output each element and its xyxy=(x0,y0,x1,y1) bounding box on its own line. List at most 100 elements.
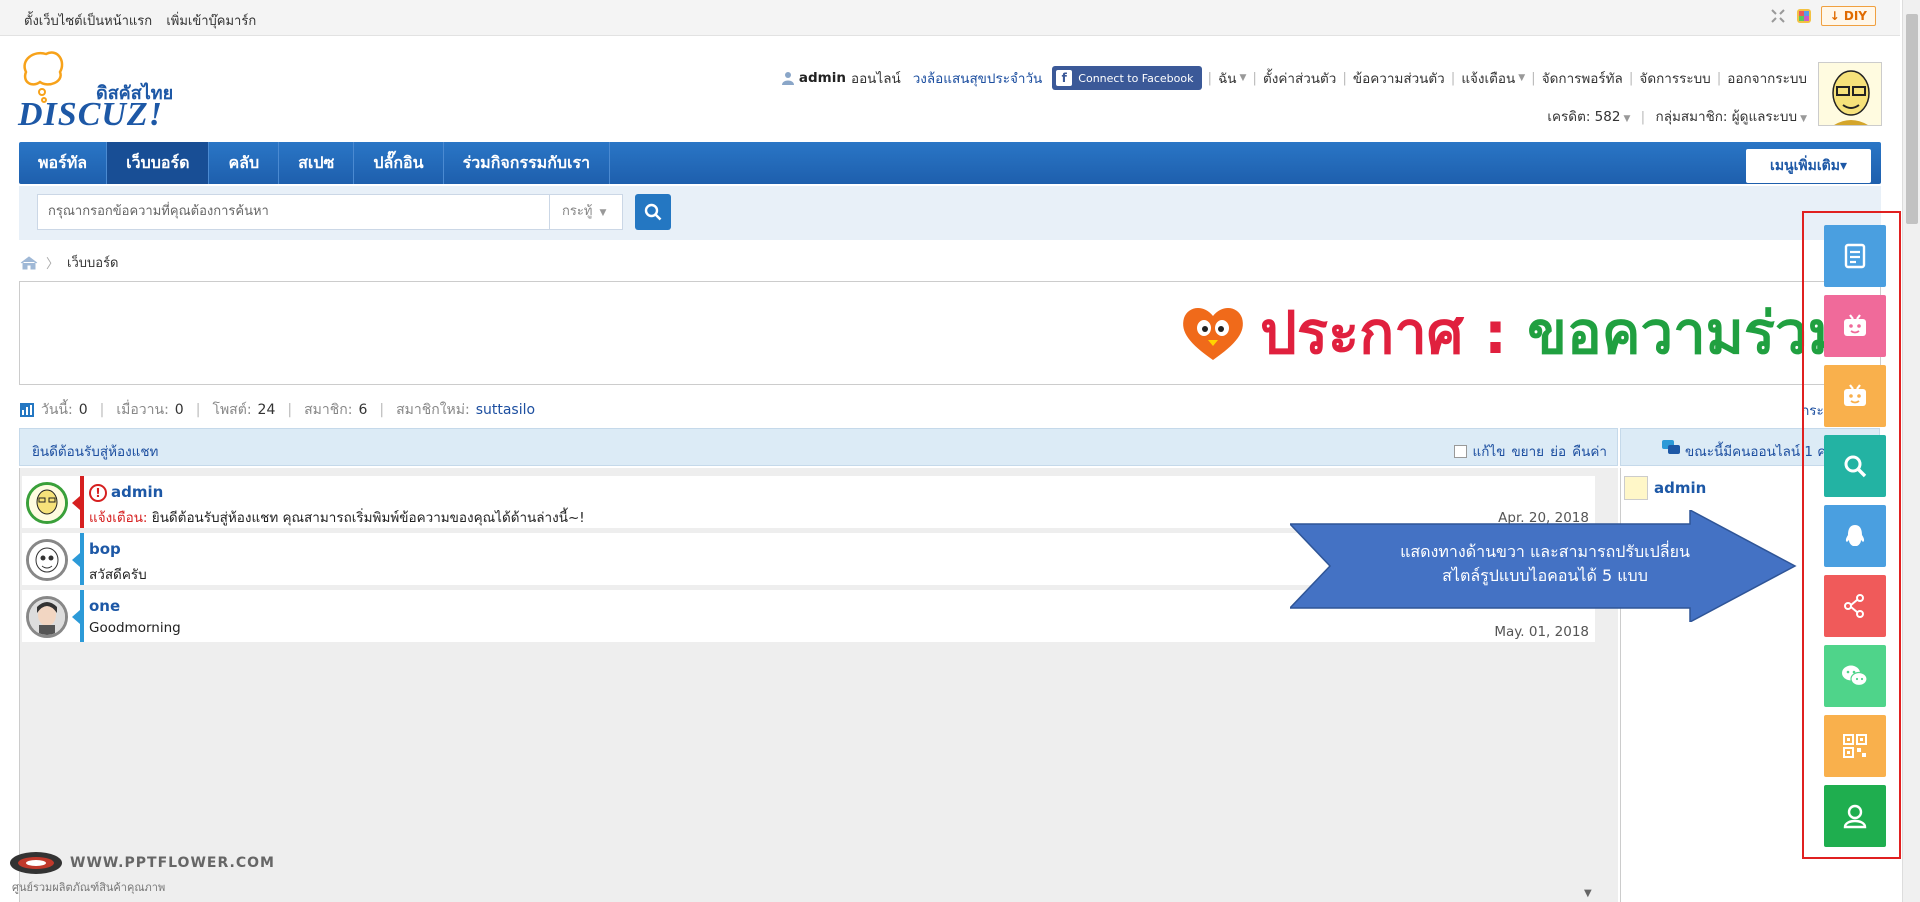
theme-palette-icon[interactable] xyxy=(1795,7,1813,25)
diy-button[interactable]: ↓ DIY xyxy=(1820,6,1876,26)
search-input[interactable]: กรุณากรอกข้อความที่คุณต้องการค้นหา xyxy=(37,194,567,230)
posts-label: โพสต์: xyxy=(212,402,252,418)
facebook-connect-label: Connect to Facebook xyxy=(1078,71,1194,85)
main-nav: พอร์ทัล เว็บบอร์ด คลับ สเปซ ปลั๊กอิน ร่ว… xyxy=(19,142,1881,184)
breadcrumb-separator-icon: 〉 xyxy=(46,257,60,272)
message-pointer xyxy=(72,610,80,624)
message-author[interactable]: one xyxy=(89,597,120,615)
separator: | xyxy=(1450,70,1456,86)
credits-link[interactable]: เครดิต: 582 xyxy=(1547,109,1620,125)
separator: | xyxy=(99,402,105,418)
separator: | xyxy=(379,402,385,418)
members-label: สมาชิก: xyxy=(304,402,353,418)
menu-portal-admin[interactable]: จัดการพอร์ทัล xyxy=(1542,67,1623,89)
edit-checkbox[interactable] xyxy=(1453,444,1467,458)
announcement-text: ประกาศ : ขอความร่วมมื xyxy=(1260,302,1880,364)
avatar[interactable] xyxy=(26,539,68,581)
side-share-button[interactable] xyxy=(1824,575,1886,637)
nav-portal[interactable]: พอร์ทัล xyxy=(19,142,108,184)
diy-label: DIY xyxy=(1843,9,1867,23)
nav-activities[interactable]: ร่วมกิจกรรมกับเรา xyxy=(444,142,611,184)
top-tools: ↓ DIY xyxy=(1769,6,1876,26)
message-pointer xyxy=(72,496,80,510)
watermark-logo-icon xyxy=(10,852,62,874)
search-button[interactable] xyxy=(635,194,671,230)
bot-icon xyxy=(1844,384,1866,406)
new-member-label: สมาชิกใหม่: xyxy=(396,402,470,418)
daily-wheel-link[interactable]: วงล้อแสนสุขประจำวัน xyxy=(913,67,1043,89)
nav-forum[interactable]: เว็บบอร์ด xyxy=(107,142,210,184)
chevron-down-icon: ▼ xyxy=(1623,114,1631,124)
chevron-down-icon: ▾ xyxy=(1839,158,1847,174)
breadcrumb: 〉 เว็บบอร์ด xyxy=(20,252,119,273)
yesterday-label: เมื่อวาน: xyxy=(116,402,169,418)
page-scrollbar[interactable] xyxy=(1902,0,1920,902)
more-menu-button[interactable]: เมนูเพิ่มเติม▾ xyxy=(1746,149,1871,183)
message-author[interactable]: bop xyxy=(89,540,121,558)
side-search-button[interactable] xyxy=(1824,435,1886,497)
scrollbar-thumb[interactable] xyxy=(1906,14,1918,224)
nav-space[interactable]: สเปซ xyxy=(279,142,355,184)
search-type-select[interactable]: กระทู้ ▼ xyxy=(549,194,623,230)
message-date: May. 01, 2018 xyxy=(1494,624,1589,640)
scroll-down-icon[interactable]: ▼ xyxy=(1584,888,1592,899)
user-credits-bar: เครดิต: 582 ▼ | กลุ่มสมาชิก: ผู้ดูแลระบบ ▼ xyxy=(1547,105,1807,127)
side-qq-button[interactable] xyxy=(1824,505,1886,567)
chat-restore-link[interactable]: คืนค่า xyxy=(1572,440,1607,462)
menu-messages[interactable]: ข้อความส่วนตัว xyxy=(1353,67,1445,89)
side-qrcode-button[interactable] xyxy=(1824,715,1886,777)
today-count: 0 xyxy=(78,402,88,418)
top-bar: ตั้งเว็บไซต์เป็นหน้าแรก เพิ่มเข้าบุ๊คมาร… xyxy=(0,0,1900,36)
nav-club[interactable]: คลับ xyxy=(209,142,280,184)
side-document-button[interactable] xyxy=(1824,225,1886,287)
side-wechat-button[interactable] xyxy=(1824,645,1886,707)
menu-logout[interactable]: ออกจากระบบ xyxy=(1727,67,1807,89)
today-label: วันนี้: xyxy=(41,402,73,418)
facebook-connect-button[interactable]: f Connect to Facebook xyxy=(1052,66,1202,90)
message-text: Goodmorning xyxy=(89,620,181,636)
side-contact-button[interactable] xyxy=(1824,785,1886,847)
menu-system-admin[interactable]: จัดการระบบ xyxy=(1639,67,1710,89)
avatar xyxy=(1624,476,1648,500)
chat-expand-link[interactable]: ขยาย xyxy=(1511,440,1544,462)
chat-shrink-link[interactable]: ย่อ xyxy=(1550,440,1566,462)
callout-text: แสดงทางด้านขวา และสามารถปรับเปลี่ยน สไตล… xyxy=(1350,540,1740,588)
share-icon xyxy=(1844,594,1864,618)
site-logo[interactable]: ดิสคัสไทย DISCUZ! xyxy=(18,50,188,134)
search-bar: กรุณากรอกข้อความที่คุณต้องการค้นหา กระทู… xyxy=(19,186,1881,240)
avatar[interactable] xyxy=(26,482,68,524)
watermark-subtitle: ศูนย์รวมผลิตภัณฑ์สินค้าคุณภาพ xyxy=(12,881,166,894)
fullscreen-icon[interactable] xyxy=(1769,7,1787,25)
online-user-name: admin xyxy=(1654,479,1707,497)
side-bot-button[interactable] xyxy=(1824,295,1886,357)
bookmark-link[interactable]: เพิ่มเข้าบุ๊คมาร์ก xyxy=(166,14,256,29)
side-bot-button-alt[interactable] xyxy=(1824,365,1886,427)
qrcode-icon xyxy=(1843,734,1867,758)
chat-title: ยินดีต้อนรับสู่ห้องแชท xyxy=(32,444,159,460)
menu-me[interactable]: ฉัน xyxy=(1218,67,1236,89)
new-member-link[interactable]: suttasilo xyxy=(476,402,535,418)
logo-english-text: DISCUZ! xyxy=(18,96,163,133)
user-avatar[interactable] xyxy=(1818,62,1882,126)
avatar-face-icon xyxy=(1819,63,1881,125)
home-icon[interactable] xyxy=(20,255,38,270)
chevron-down-icon: ▼ xyxy=(599,208,607,218)
online-user-item[interactable]: admin xyxy=(1624,476,1706,500)
user-group-link[interactable]: กลุ่มสมาชิก: ผู้ดูแลระบบ xyxy=(1656,109,1798,125)
menu-settings[interactable]: ตั้งค่าส่วนตัว xyxy=(1263,67,1336,89)
message-text: แจ้งเตือน: ยินดีต้อนรับสู่ห้องแชท คุณสาม… xyxy=(89,506,585,528)
username-link[interactable]: admin xyxy=(799,70,846,86)
menu-notifications[interactable]: แจ้งเตือน xyxy=(1461,67,1515,89)
message-author[interactable]: ! admin xyxy=(89,483,163,502)
set-homepage-link[interactable]: ตั้งเว็บไซต์เป็นหน้าแรก xyxy=(24,14,152,29)
members-count: 6 xyxy=(358,402,368,418)
callout-line-1: แสดงทางด้านขวา และสามารถปรับเปลี่ยน xyxy=(1400,542,1690,561)
nav-plugin[interactable]: ปลั๊กอิน xyxy=(354,142,444,184)
separator: | xyxy=(1628,70,1634,86)
top-links: ตั้งเว็บไซต์เป็นหน้าแรก เพิ่มเข้าบุ๊คมาร… xyxy=(24,10,266,31)
avatar[interactable] xyxy=(26,596,68,638)
chat-bubbles-icon xyxy=(1662,440,1680,454)
chat-edit-link[interactable]: แก้ไข xyxy=(1473,440,1506,462)
breadcrumb-current[interactable]: เว็บบอร์ด xyxy=(67,252,118,273)
message-accent-bar xyxy=(80,590,84,642)
